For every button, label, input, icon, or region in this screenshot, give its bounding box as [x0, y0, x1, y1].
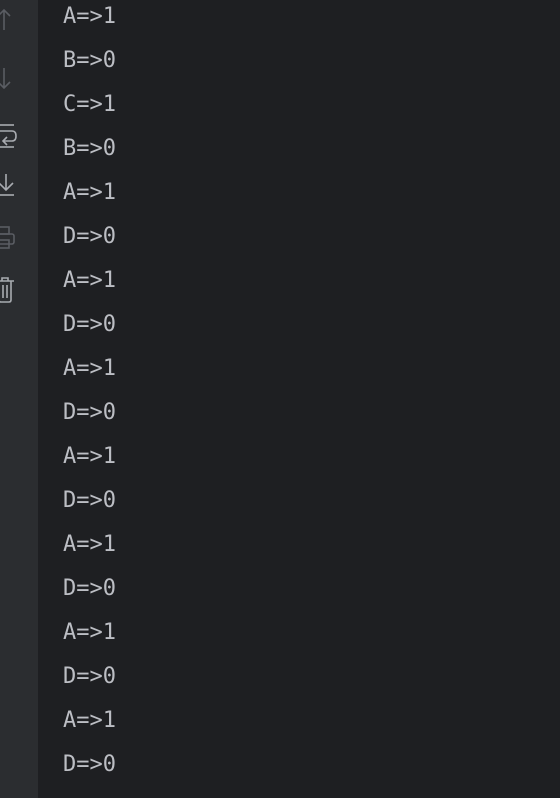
- console-line: A=>1: [63, 4, 116, 29]
- console-line: D=>0: [63, 312, 116, 337]
- console-line: B=>0: [63, 136, 116, 161]
- print-icon[interactable]: [0, 224, 22, 252]
- down-arrow-icon[interactable]: [0, 66, 22, 94]
- soft-wrap-icon[interactable]: [0, 122, 22, 150]
- console-line: D=>0: [63, 664, 116, 689]
- console-line: A=>1: [63, 268, 116, 293]
- console-line: B=>0: [63, 48, 116, 73]
- console-line: D=>0: [63, 576, 116, 601]
- console-output[interactable]: A=>1 B=>0 C=>1 B=>0 A=>1 D=>0 A=>1 D=>0 …: [63, 0, 560, 798]
- console-toolbar: [0, 0, 38, 798]
- console-line: D=>0: [63, 400, 116, 425]
- console-line: D=>0: [63, 224, 116, 249]
- clear-all-icon[interactable]: [0, 276, 22, 304]
- console-line: A=>1: [63, 620, 116, 645]
- run-console-window: A=>1 B=>0 C=>1 B=>0 A=>1 D=>0 A=>1 D=>0 …: [0, 0, 560, 798]
- console-line: D=>0: [63, 752, 116, 777]
- console-line: A=>1: [63, 180, 116, 205]
- console-line: C=>1: [63, 92, 116, 117]
- console-line: A=>1: [63, 356, 116, 381]
- console-line: A=>1: [63, 532, 116, 557]
- console-line: A=>1: [63, 444, 116, 469]
- console-line: D=>0: [63, 488, 116, 513]
- console-line: A=>1: [63, 708, 116, 733]
- scroll-to-end-icon[interactable]: [0, 172, 22, 200]
- up-arrow-icon[interactable]: [0, 4, 22, 32]
